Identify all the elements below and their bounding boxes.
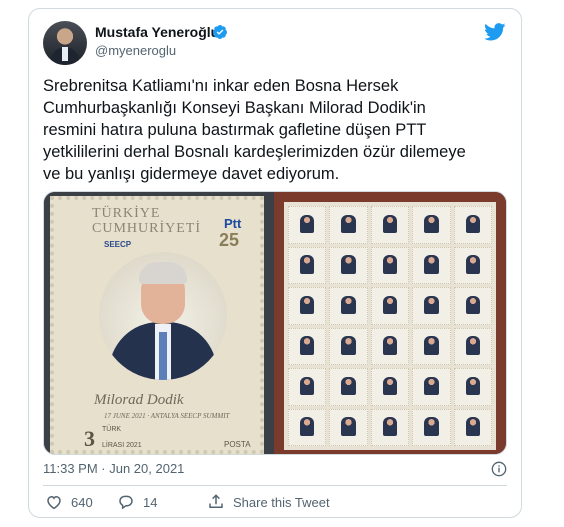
mini-stamp xyxy=(412,246,451,284)
reply-button[interactable]: 14 xyxy=(117,493,157,511)
mini-stamp xyxy=(453,408,492,446)
portrait-hair xyxy=(139,262,187,284)
mini-stamp xyxy=(370,246,410,284)
stamp-country-line2: CUMHURİYETİ xyxy=(92,221,201,236)
mini-stamp xyxy=(453,368,492,406)
mini-stamp xyxy=(370,408,410,446)
like-count: 640 xyxy=(71,494,93,510)
stamp-sheet-image xyxy=(274,192,506,454)
tweet-media[interactable]: TÜRKİYE CUMHURİYETİ Ptt SEECP 25 Milorad… xyxy=(43,191,507,455)
mini-stamp xyxy=(370,287,410,325)
stamp-country: TÜRKİYE CUMHURİYETİ xyxy=(92,206,232,236)
mini-stamp xyxy=(370,368,410,406)
mini-stamp xyxy=(329,206,368,244)
mini-stamp xyxy=(329,368,368,406)
stamp-portrait xyxy=(99,252,227,380)
share-button[interactable]: Share this Tweet xyxy=(207,493,330,511)
heart-icon xyxy=(47,495,61,510)
share-icon xyxy=(209,494,223,508)
mini-stamp xyxy=(370,206,410,244)
mini-stamp xyxy=(288,368,327,406)
mini-stamp xyxy=(412,408,451,446)
mini-stamp xyxy=(412,287,451,325)
stamp-sheet-grid xyxy=(284,202,496,450)
like-button[interactable]: 640 xyxy=(45,493,93,511)
mini-stamp xyxy=(453,287,492,325)
reply-count: 14 xyxy=(143,494,158,510)
mini-stamp xyxy=(412,327,451,365)
stamp-currency-line1: TÜRK xyxy=(102,426,122,433)
info-icon[interactable] xyxy=(491,461,507,477)
author-name[interactable]: Mustafa Yeneroğlu xyxy=(95,24,219,40)
mini-stamp xyxy=(412,368,451,406)
author-handle[interactable]: @myeneroglu xyxy=(95,43,176,58)
mini-stamp xyxy=(453,246,492,284)
mini-stamp xyxy=(288,287,327,325)
stamp-summit-line: 17 JUNE 2021 · ANTALYA SEECP SUMMIT xyxy=(104,412,230,420)
stamp-posta-label: POSTA xyxy=(224,440,251,449)
tweet-timestamp[interactable]: 11:33 PM · Jun 20, 2021 xyxy=(43,461,184,476)
mini-stamp xyxy=(329,327,368,365)
stamp-image: TÜRKİYE CUMHURİYETİ Ptt SEECP 25 Milorad… xyxy=(44,192,274,454)
twitter-bird-icon[interactable] xyxy=(484,23,506,41)
tweet-text: Srebrenitsa Katliamı'nı inkar eden Bosna… xyxy=(43,77,466,183)
divider xyxy=(43,485,507,486)
stamp-signature-name: Milorad Dodik xyxy=(94,392,184,408)
stamp-face: TÜRKİYE CUMHURİYETİ Ptt SEECP 25 Milorad… xyxy=(50,196,264,454)
avatar[interactable] xyxy=(43,21,87,65)
anniversary-badge: 25 xyxy=(219,230,240,250)
portrait-tie xyxy=(159,332,167,380)
reply-icon xyxy=(119,495,133,510)
verified-badge-icon xyxy=(212,25,227,39)
mini-stamp xyxy=(453,327,492,365)
stamp-face-value: 3 xyxy=(84,426,95,451)
stamp-country-line1: TÜRKİYE xyxy=(92,206,161,221)
mini-stamp xyxy=(288,206,327,244)
avatar-shirt xyxy=(62,47,68,61)
seecp-logo: SEECP xyxy=(104,240,132,249)
mini-stamp xyxy=(329,287,368,325)
mini-stamp xyxy=(288,408,327,446)
stamp-currency-line2: LİRASI 2021 xyxy=(102,442,142,449)
tweet-card[interactable]: Mustafa Yeneroğlu @myeneroglu Srebrenits… xyxy=(28,8,522,518)
ptt-logo: Ptt xyxy=(224,216,242,231)
mini-stamp xyxy=(453,206,492,244)
mini-stamp xyxy=(329,408,368,446)
mini-stamp xyxy=(288,327,327,365)
mini-stamp xyxy=(329,246,368,284)
mini-stamp xyxy=(412,206,451,244)
mini-stamp xyxy=(370,327,410,365)
mini-stamp xyxy=(288,246,327,284)
share-label: Share this Tweet xyxy=(233,494,330,510)
